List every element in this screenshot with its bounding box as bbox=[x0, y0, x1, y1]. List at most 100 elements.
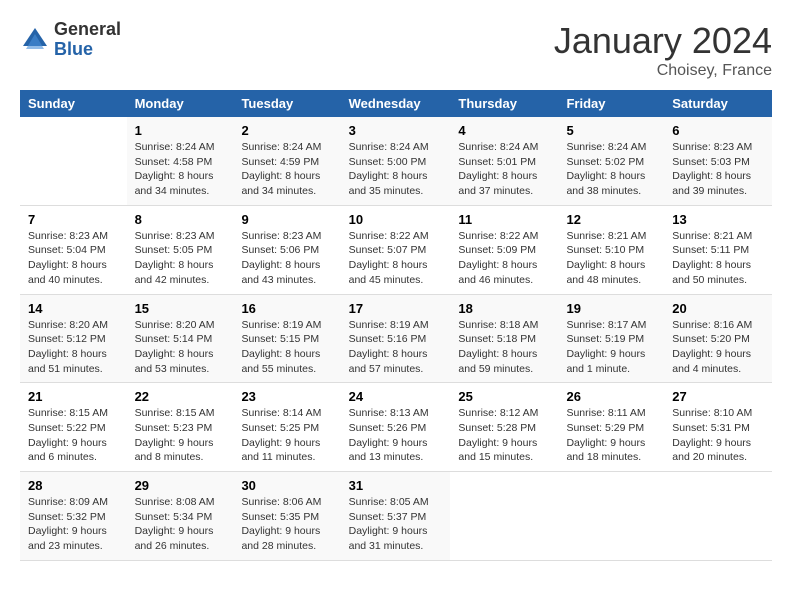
day-info: Sunrise: 8:15 AMSunset: 5:23 PMDaylight:… bbox=[135, 406, 226, 465]
day-number: 2 bbox=[241, 123, 332, 138]
day-info: Sunrise: 8:23 AMSunset: 5:05 PMDaylight:… bbox=[135, 229, 226, 288]
day-number: 8 bbox=[135, 212, 226, 227]
day-info: Sunrise: 8:18 AMSunset: 5:18 PMDaylight:… bbox=[458, 318, 550, 377]
day-info: Sunrise: 8:15 AMSunset: 5:22 PMDaylight:… bbox=[28, 406, 119, 465]
day-number: 3 bbox=[349, 123, 443, 138]
day-number: 29 bbox=[135, 478, 226, 493]
calendar-cell: 5 Sunrise: 8:24 AMSunset: 5:02 PMDaylight… bbox=[558, 117, 664, 205]
calendar-cell: 12Sunrise: 8:21 AMSunset: 5:10 PMDayligh… bbox=[558, 205, 664, 294]
day-info: Sunrise: 8:24 AMSunset: 5:01 PMDaylight:… bbox=[458, 140, 550, 199]
day-number: 4 bbox=[458, 123, 550, 138]
header-sunday: Sunday bbox=[20, 90, 127, 117]
day-info: Sunrise: 8:09 AMSunset: 5:32 PMDaylight:… bbox=[28, 495, 119, 554]
calendar-week-row: 7Sunrise: 8:23 AMSunset: 5:04 PMDaylight… bbox=[20, 205, 772, 294]
day-info: Sunrise: 8:22 AMSunset: 5:07 PMDaylight:… bbox=[349, 229, 443, 288]
day-info: Sunrise: 8:05 AMSunset: 5:37 PMDaylight:… bbox=[349, 495, 443, 554]
day-number: 11 bbox=[458, 212, 550, 227]
calendar-cell: 31 Sunrise: 8:05 AMSunset: 5:37 PMDayligh… bbox=[341, 472, 451, 561]
calendar-cell: 9Sunrise: 8:23 AMSunset: 5:06 PMDaylight… bbox=[233, 205, 340, 294]
day-number: 19 bbox=[566, 301, 656, 316]
day-number: 25 bbox=[458, 389, 550, 404]
month-title: January 2024 bbox=[554, 20, 772, 62]
calendar-week-row: 1 Sunrise: 8:24 AMSunset: 4:58 PMDaylight… bbox=[20, 117, 772, 205]
calendar-cell: 2 Sunrise: 8:24 AMSunset: 4:59 PMDaylight… bbox=[233, 117, 340, 205]
header-wednesday: Wednesday bbox=[341, 90, 451, 117]
calendar-cell: 29 Sunrise: 8:08 AMSunset: 5:34 PMDayligh… bbox=[127, 472, 234, 561]
calendar-cell bbox=[20, 117, 127, 205]
day-number: 31 bbox=[349, 478, 443, 493]
calendar-cell: 16 Sunrise: 8:19 AMSunset: 5:15 PMDayligh… bbox=[233, 294, 340, 383]
day-info: Sunrise: 8:21 AMSunset: 5:10 PMDaylight:… bbox=[566, 229, 656, 288]
header-thursday: Thursday bbox=[450, 90, 558, 117]
calendar-week-row: 21 Sunrise: 8:15 AMSunset: 5:22 PMDayligh… bbox=[20, 383, 772, 472]
calendar-cell: 15 Sunrise: 8:20 AMSunset: 5:14 PMDayligh… bbox=[127, 294, 234, 383]
calendar-header-row: SundayMondayTuesdayWednesdayThursdayFrid… bbox=[20, 90, 772, 117]
calendar-cell: 26 Sunrise: 8:11 AMSunset: 5:29 PMDayligh… bbox=[558, 383, 664, 472]
day-info: Sunrise: 8:24 AMSunset: 4:58 PMDaylight:… bbox=[135, 140, 226, 199]
calendar-cell: 7Sunrise: 8:23 AMSunset: 5:04 PMDaylight… bbox=[20, 205, 127, 294]
calendar-cell: 13 Sunrise: 8:21 AMSunset: 5:11 PMDayligh… bbox=[664, 205, 772, 294]
day-info: Sunrise: 8:14 AMSunset: 5:25 PMDaylight:… bbox=[241, 406, 332, 465]
calendar-cell: 21 Sunrise: 8:15 AMSunset: 5:22 PMDayligh… bbox=[20, 383, 127, 472]
calendar-cell: 8 Sunrise: 8:23 AMSunset: 5:05 PMDaylight… bbox=[127, 205, 234, 294]
day-info: Sunrise: 8:23 AMSunset: 5:03 PMDaylight:… bbox=[672, 140, 764, 199]
day-info: Sunrise: 8:24 AMSunset: 5:02 PMDaylight:… bbox=[566, 140, 656, 199]
header-tuesday: Tuesday bbox=[233, 90, 340, 117]
calendar-cell: 27 Sunrise: 8:10 AMSunset: 5:31 PMDayligh… bbox=[664, 383, 772, 472]
calendar-cell: 19 Sunrise: 8:17 AMSunset: 5:19 PMDayligh… bbox=[558, 294, 664, 383]
day-info: Sunrise: 8:20 AMSunset: 5:12 PMDaylight:… bbox=[28, 318, 119, 377]
day-number: 10 bbox=[349, 212, 443, 227]
day-info: Sunrise: 8:11 AMSunset: 5:29 PMDaylight:… bbox=[566, 406, 656, 465]
day-number: 7 bbox=[28, 212, 119, 227]
day-number: 13 bbox=[672, 212, 764, 227]
calendar-cell: 18 Sunrise: 8:18 AMSunset: 5:18 PMDayligh… bbox=[450, 294, 558, 383]
calendar-cell: 10 Sunrise: 8:22 AMSunset: 5:07 PMDayligh… bbox=[341, 205, 451, 294]
logo-general-text: General bbox=[54, 20, 121, 40]
day-number: 5 bbox=[566, 123, 656, 138]
calendar-cell: 1 Sunrise: 8:24 AMSunset: 4:58 PMDaylight… bbox=[127, 117, 234, 205]
location: Choisey, France bbox=[554, 62, 772, 80]
day-info: Sunrise: 8:22 AMSunset: 5:09 PMDaylight:… bbox=[458, 229, 550, 288]
day-info: Sunrise: 8:08 AMSunset: 5:34 PMDaylight:… bbox=[135, 495, 226, 554]
calendar-cell bbox=[558, 472, 664, 561]
day-info: Sunrise: 8:10 AMSunset: 5:31 PMDaylight:… bbox=[672, 406, 764, 465]
calendar-cell: 4 Sunrise: 8:24 AMSunset: 5:01 PMDaylight… bbox=[450, 117, 558, 205]
day-info: Sunrise: 8:20 AMSunset: 5:14 PMDaylight:… bbox=[135, 318, 226, 377]
day-info: Sunrise: 8:06 AMSunset: 5:35 PMDaylight:… bbox=[241, 495, 332, 554]
day-number: 1 bbox=[135, 123, 226, 138]
calendar-cell: 6Sunrise: 8:23 AMSunset: 5:03 PMDaylight… bbox=[664, 117, 772, 205]
day-number: 26 bbox=[566, 389, 656, 404]
logo-icon bbox=[20, 25, 50, 55]
title-block: January 2024 Choisey, France bbox=[554, 20, 772, 80]
day-info: Sunrise: 8:17 AMSunset: 5:19 PMDaylight:… bbox=[566, 318, 656, 377]
calendar-cell: 3 Sunrise: 8:24 AMSunset: 5:00 PMDaylight… bbox=[341, 117, 451, 205]
calendar-cell bbox=[664, 472, 772, 561]
day-info: Sunrise: 8:19 AMSunset: 5:15 PMDaylight:… bbox=[241, 318, 332, 377]
day-info: Sunrise: 8:21 AMSunset: 5:11 PMDaylight:… bbox=[672, 229, 764, 288]
logo: General Blue bbox=[20, 20, 121, 60]
day-number: 18 bbox=[458, 301, 550, 316]
day-number: 16 bbox=[241, 301, 332, 316]
day-number: 20 bbox=[672, 301, 764, 316]
day-number: 28 bbox=[28, 478, 119, 493]
day-number: 15 bbox=[135, 301, 226, 316]
calendar-cell: 25 Sunrise: 8:12 AMSunset: 5:28 PMDayligh… bbox=[450, 383, 558, 472]
calendar-cell bbox=[450, 472, 558, 561]
day-info: Sunrise: 8:23 AMSunset: 5:06 PMDaylight:… bbox=[241, 229, 332, 288]
calendar-week-row: 28 Sunrise: 8:09 AMSunset: 5:32 PMDayligh… bbox=[20, 472, 772, 561]
day-info: Sunrise: 8:19 AMSunset: 5:16 PMDaylight:… bbox=[349, 318, 443, 377]
header-monday: Monday bbox=[127, 90, 234, 117]
day-info: Sunrise: 8:13 AMSunset: 5:26 PMDaylight:… bbox=[349, 406, 443, 465]
day-number: 21 bbox=[28, 389, 119, 404]
day-number: 23 bbox=[241, 389, 332, 404]
calendar-cell: 14Sunrise: 8:20 AMSunset: 5:12 PMDayligh… bbox=[20, 294, 127, 383]
calendar-cell: 11 Sunrise: 8:22 AMSunset: 5:09 PMDayligh… bbox=[450, 205, 558, 294]
day-info: Sunrise: 8:24 AMSunset: 4:59 PMDaylight:… bbox=[241, 140, 332, 199]
day-number: 27 bbox=[672, 389, 764, 404]
calendar-cell: 22 Sunrise: 8:15 AMSunset: 5:23 PMDayligh… bbox=[127, 383, 234, 472]
day-number: 22 bbox=[135, 389, 226, 404]
day-info: Sunrise: 8:16 AMSunset: 5:20 PMDaylight:… bbox=[672, 318, 764, 377]
day-info: Sunrise: 8:24 AMSunset: 5:00 PMDaylight:… bbox=[349, 140, 443, 199]
day-info: Sunrise: 8:12 AMSunset: 5:28 PMDaylight:… bbox=[458, 406, 550, 465]
calendar-week-row: 14Sunrise: 8:20 AMSunset: 5:12 PMDayligh… bbox=[20, 294, 772, 383]
